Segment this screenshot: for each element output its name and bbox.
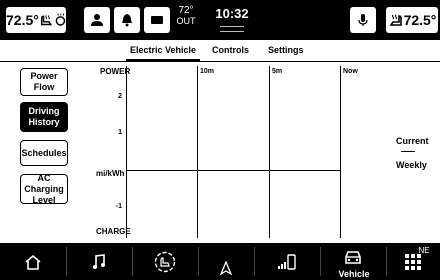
home-button[interactable] <box>0 243 66 280</box>
voice-button[interactable] <box>350 7 376 33</box>
camera-icon <box>151 16 163 24</box>
time-label-10m: 10m <box>200 68 215 75</box>
top-status-bar: 72.5° 72° OUT 10:32 72.5° <box>0 0 440 40</box>
outside-temperature: 72° OUT <box>170 5 202 27</box>
driver-climate-button[interactable]: 72.5° <box>6 7 66 33</box>
legend-weekly: Weekly <box>396 160 427 170</box>
zero-line <box>126 170 340 171</box>
steering-heat-icon <box>55 13 66 26</box>
legend-current: Current <box>396 136 429 146</box>
home-icon <box>25 254 41 270</box>
phone-signal-icon <box>278 253 296 270</box>
nav-ac-charging-level[interactable]: AC Charging Level <box>20 173 68 205</box>
profile-button[interactable] <box>84 7 110 33</box>
heated-seat-icon <box>40 15 52 26</box>
unit-label: mi/kWh <box>96 169 125 178</box>
vehicle-label: Vehicle <box>338 269 370 279</box>
tab-controls[interactable]: Controls <box>212 45 249 55</box>
nav-schedules[interactable]: Schedules <box>20 140 68 166</box>
time-label-now: Now <box>343 68 358 75</box>
camera-button[interactable] <box>144 7 170 33</box>
navigation-button[interactable]: NE <box>198 243 430 280</box>
tab-electric-vehicle[interactable]: Electric Vehicle <box>125 45 201 61</box>
y-axis-line <box>126 66 127 238</box>
clock: 10:32 <box>215 6 249 21</box>
nav-driving-history[interactable]: Driving History <box>20 102 68 132</box>
y-tick-neg-1: -1 <box>115 203 122 210</box>
time-label-5m: 5m <box>272 68 283 75</box>
outside-temp-label: OUT <box>176 16 196 26</box>
gridline-now <box>340 66 341 238</box>
gridline-5m <box>269 66 270 238</box>
gridline-10m <box>197 66 198 238</box>
bell-icon <box>122 14 132 27</box>
music-note-icon <box>93 253 105 269</box>
tab-settings[interactable]: Settings <box>268 45 304 55</box>
bottom-nav-bar: NE Vehicle <box>0 243 440 280</box>
legend-current-line <box>401 151 415 152</box>
navigation-arrow-icon <box>220 260 232 275</box>
nav-power-flow[interactable]: Power Flow <box>20 68 68 96</box>
media-button[interactable] <box>66 243 132 280</box>
apps-grid-icon <box>405 253 421 270</box>
y-tick-1: 1 <box>118 129 122 136</box>
climate-fan-icon <box>154 251 176 272</box>
driver-temp: 72.5° <box>6 12 39 28</box>
passenger-temp: 72.5° <box>403 12 437 28</box>
passenger-heated-seat-icon <box>389 14 402 26</box>
profile-icon <box>91 14 103 26</box>
y-tick-2: 2 <box>118 93 122 100</box>
tab-bar: Electric Vehicle Controls Settings <box>0 40 440 62</box>
outside-temp-value: 72° <box>178 5 194 16</box>
microphone-icon <box>358 14 368 26</box>
notifications-button[interactable] <box>114 7 140 33</box>
apps-button[interactable] <box>386 243 440 280</box>
comfort-button[interactable] <box>132 243 198 280</box>
car-icon <box>345 251 361 264</box>
clock-divider <box>220 26 244 32</box>
phone-button[interactable] <box>254 243 320 280</box>
passenger-climate-button[interactable]: 72.5° <box>386 7 438 33</box>
